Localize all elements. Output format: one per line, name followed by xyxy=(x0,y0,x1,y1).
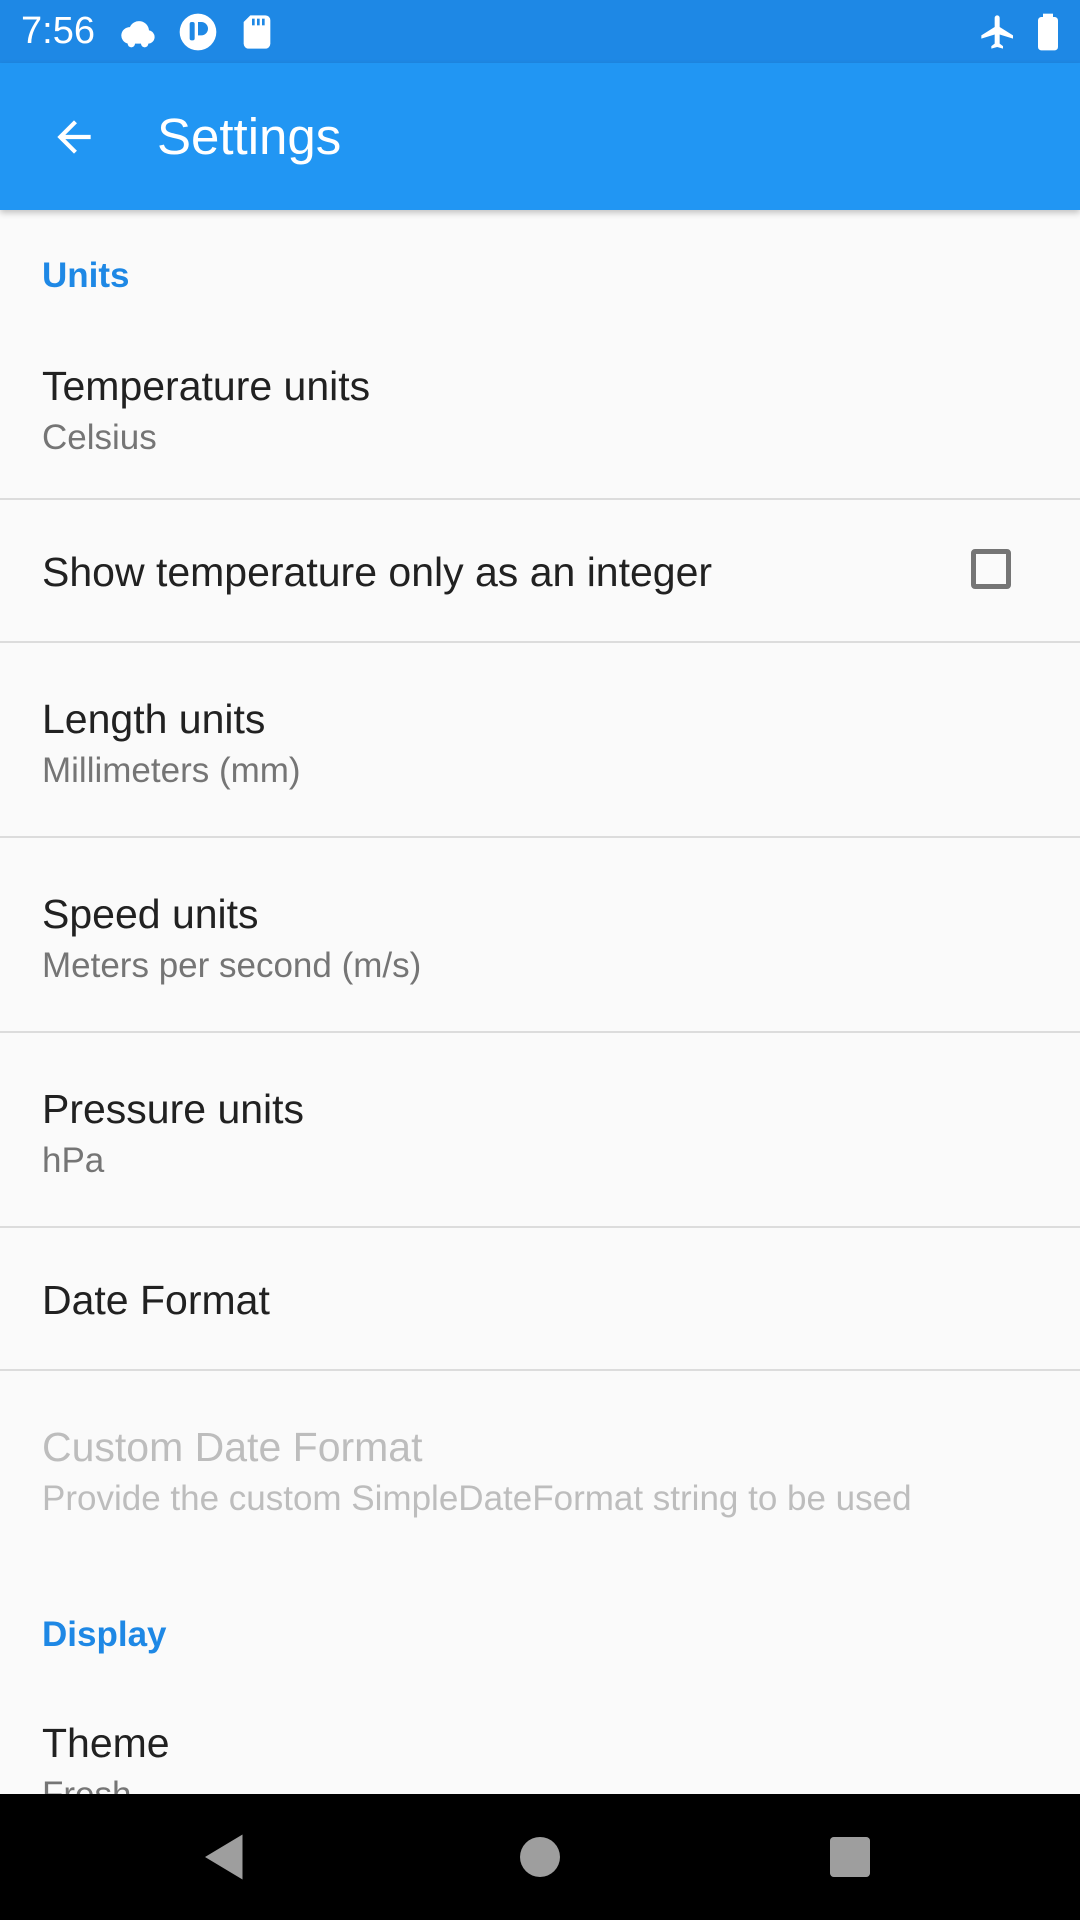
page-title: Settings xyxy=(157,108,342,165)
pref-summary: Meters per second (m/s) xyxy=(42,946,422,985)
pref-title: Speed units xyxy=(42,891,259,937)
back-button[interactable] xyxy=(36,99,112,175)
nav-home-button[interactable] xyxy=(510,1827,570,1887)
pref-title: Custom Date Format xyxy=(42,1424,423,1470)
recents-square-icon xyxy=(830,1837,870,1877)
sd-card-icon xyxy=(237,12,277,52)
pref-title: Theme xyxy=(42,1720,170,1766)
pref-summary: Provide the custom SimpleDateFormat stri… xyxy=(42,1479,912,1518)
pref-custom-date-format: Custom Date Format Provide the custom Si… xyxy=(0,1371,1080,1564)
category-display: Display xyxy=(42,1615,167,1654)
pref-title: Length units xyxy=(42,696,266,742)
pref-summary: hPa xyxy=(42,1141,105,1180)
app-bar: Settings xyxy=(0,63,1080,210)
pref-temperature-units[interactable]: Temperature units Celsius xyxy=(0,315,1080,508)
pref-date-format[interactable]: Date Format xyxy=(0,1228,1080,1369)
status-bar: 7:56 xyxy=(0,0,1080,63)
pref-title: Pressure units xyxy=(42,1086,305,1132)
pref-length-units[interactable]: Length units Millimeters (mm) xyxy=(0,643,1080,836)
pref-theme[interactable]: Theme Fresh xyxy=(0,1672,1080,1794)
battery-icon xyxy=(1030,12,1066,52)
pref-speed-units[interactable]: Speed units Meters per second (m/s) xyxy=(0,838,1080,1031)
cloud-icon xyxy=(118,12,158,52)
pref-summary: Millimeters (mm) xyxy=(42,751,301,790)
integer-checkbox[interactable] xyxy=(971,549,1011,589)
pref-title: Show temperature only as an integer xyxy=(42,549,713,595)
status-time: 7:56 xyxy=(21,10,95,52)
category-units: Units xyxy=(42,256,130,295)
pref-title: Temperature units xyxy=(42,363,371,409)
navigation-bar xyxy=(0,1794,1080,1920)
pref-summary: Celsius xyxy=(42,418,157,457)
home-circle-icon xyxy=(520,1837,560,1877)
pref-title: Date Format xyxy=(42,1277,270,1323)
back-triangle-icon xyxy=(205,1834,243,1880)
back-arrow-icon xyxy=(57,120,91,154)
airplane-icon xyxy=(978,12,1018,52)
nav-recents-button[interactable] xyxy=(820,1827,880,1887)
pref-summary: Fresh xyxy=(42,1775,131,1794)
settings-list[interactable]: Units Temperature units Celsius Show tem… xyxy=(0,210,1080,1794)
pref-pressure-units[interactable]: Pressure units hPa xyxy=(0,1033,1080,1226)
pref-integer-temperature[interactable]: Show temperature only as an integer xyxy=(0,500,1080,641)
nav-back-button[interactable] xyxy=(195,1827,255,1887)
sync-icon xyxy=(178,12,218,52)
